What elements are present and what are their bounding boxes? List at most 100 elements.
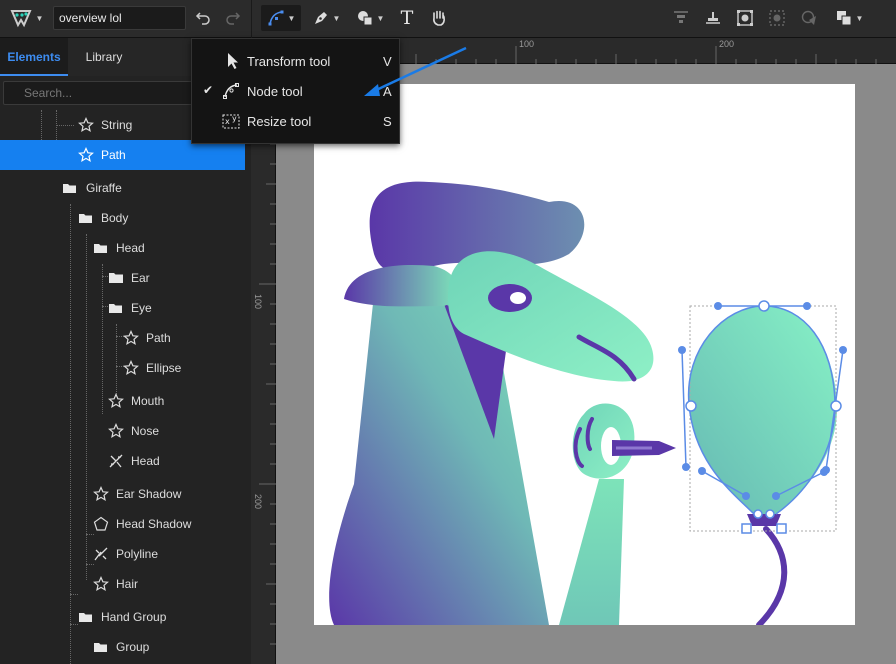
vertical-ruler[interactable]: 100 200 [251,64,276,664]
checkmark-icon: ✔ [203,83,214,97]
menu-item-shortcut: S [383,114,392,129]
balloon-string[interactable] [756,526,788,625]
logo-icon [10,10,32,28]
star-shape-icon [123,330,139,346]
layer-row-ear-shadow[interactable]: Ear Shadow [0,479,245,509]
layer-label: Hand Group [101,610,167,624]
menu-item-label: Resize tool [247,114,312,129]
ruler-ticks [259,103,276,645]
layer-label: Group [116,640,150,654]
pen-tool-button[interactable]: ▼ [308,5,344,31]
arm-shape[interactable] [559,479,624,625]
layer-label: Eye [131,301,152,315]
pen-tool-icon [314,12,327,24]
node-tool-button[interactable]: ▼ [261,5,301,31]
giraffe-illustration[interactable] [314,84,855,625]
search-input[interactable]: Search... [3,81,193,105]
ungroup-icon [769,10,785,26]
shapes-icon [357,11,373,26]
layer-label: Ellipse [146,361,182,375]
layer-label: Body [101,211,129,225]
align-top-button[interactable] [670,5,692,31]
app-menu-button[interactable]: ▼ [6,5,46,31]
star-shape-icon [78,117,94,133]
undo-button[interactable] [192,5,214,31]
layer-row-head-folder[interactable]: Head [0,233,245,263]
layer-row-eye-path[interactable]: Path [0,323,245,353]
align-middle-icon [706,12,720,24]
align-middle-button[interactable] [702,5,724,31]
pentagon-shape-icon [93,516,109,531]
hand-tool-icon [433,10,445,26]
balloon-knot[interactable] [747,514,781,526]
ruler-label: 200 [253,494,263,510]
hand-tool-button[interactable] [428,5,450,31]
ruler-label: 200 [719,39,735,49]
layer-row-head-boolean[interactable]: Head [0,446,245,476]
layer-label: Head Shadow [116,517,192,531]
star-shape-icon [78,147,94,163]
top-toolbar: ▼ overview lol ▼ ▼ ▼ T ▼ [0,0,896,38]
layer-row-hair[interactable]: Hair [0,569,245,599]
folder-closed-icon [109,273,123,283]
star-shape-icon [108,423,124,439]
node-tool-icon [268,10,284,26]
svg-text:y: y [232,114,237,123]
layer-row-ear[interactable]: Ear [0,263,245,293]
star-shape-icon [123,360,139,376]
layer-row-body[interactable]: Body [0,203,245,233]
canvas-area[interactable] [276,64,896,664]
layer-row-polyline[interactable]: Polyline [0,539,245,569]
boolean-button[interactable] [798,5,820,31]
eye-highlight [510,292,526,304]
annotation-arrow-icon [364,46,467,96]
star-shape-icon [108,393,124,409]
layer-label: Path [101,148,126,162]
layer-row-head-shadow[interactable]: Head Shadow [0,509,245,539]
polyline-shape-icon [94,547,108,561]
node-tool-icon [223,83,239,99]
folder-open-icon [109,304,122,313]
layer-row-mouth[interactable]: Mouth [0,386,245,416]
folder-open-icon [79,214,92,223]
shapes-tool-button[interactable]: ▼ [352,5,388,31]
redo-icon [226,12,241,25]
layer-label: Path [146,331,171,345]
document-name-input[interactable]: overview lol [53,6,186,30]
layer-row-giraffe[interactable]: Giraffe [0,173,245,203]
ear-shape[interactable] [344,264,458,307]
text-tool-button[interactable]: T [396,5,418,31]
layer-label: Head [116,241,145,255]
layer-label: Mouth [131,394,165,408]
svg-text:x: x [225,117,230,126]
layer-label: Giraffe [86,181,122,195]
layer-label: Head [131,454,160,468]
boolean-shape-icon [109,454,123,468]
layer-row-nose[interactable]: Nose [0,416,245,446]
layer-row-group[interactable]: Group [0,632,245,662]
folder-open-icon [79,613,92,622]
cursor-icon [228,53,238,69]
layer-row-hand-group[interactable]: Hand Group [0,602,245,632]
align-top-icon [674,11,688,23]
star-shape-icon [93,486,109,502]
menu-item-resize-tool[interactable]: xy Resize tool S [192,106,401,136]
ungroup-button[interactable] [766,5,788,31]
layer-label: Polyline [116,547,159,561]
layer-row-ellipse[interactable]: Ellipse [0,353,245,383]
redo-button[interactable] [222,5,244,31]
layer-row-eye[interactable]: Eye [0,293,245,323]
tab-library[interactable]: Library [68,38,140,76]
arrange-icon [836,11,852,26]
star-shape-icon [93,576,109,592]
layer-row-path-selected[interactable]: Path [0,140,245,170]
group-button[interactable] [734,5,756,31]
layer-label: Hair [116,577,139,591]
tab-elements[interactable]: Elements [0,38,68,76]
arrange-button[interactable]: ▼ [830,5,868,31]
folder-open-icon [94,244,107,253]
folder-open-icon [94,643,107,652]
boolean-icon [801,10,816,25]
artboard[interactable] [314,84,855,625]
balloon-shape[interactable] [688,306,838,514]
